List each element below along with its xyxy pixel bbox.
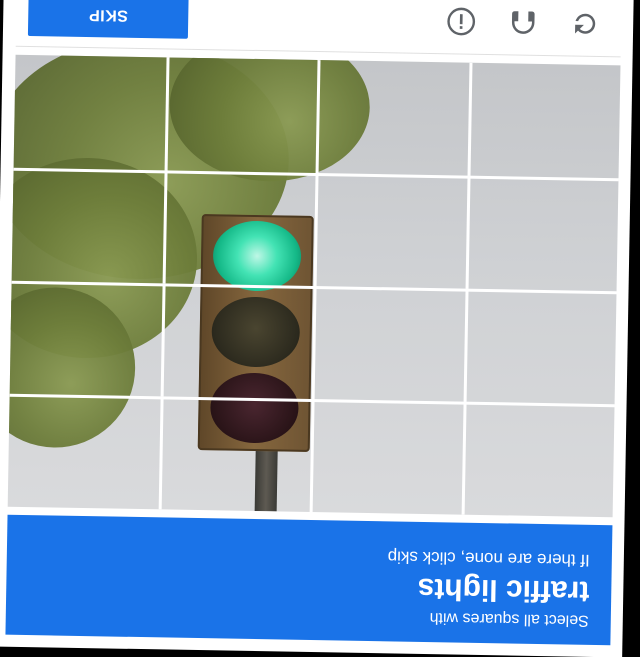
grid-tile[interactable]	[158, 396, 313, 512]
skip-button[interactable]: SKIP	[27, 0, 189, 39]
reload-icon	[575, 13, 596, 34]
challenge-header: Select all squares with traffic lights I…	[5, 514, 613, 646]
captcha-challenge: Select all squares with traffic lights I…	[0, 0, 634, 657]
grid-tile[interactable]	[465, 175, 619, 292]
audio-challenge-button[interactable]	[501, 0, 546, 45]
tile-grid	[7, 55, 621, 518]
grid-tile[interactable]	[461, 401, 615, 518]
grid-tile[interactable]	[11, 167, 165, 284]
grid-tile[interactable]	[14, 55, 167, 171]
info-icon	[447, 7, 476, 36]
grid-tile[interactable]	[9, 280, 163, 397]
grid-tile[interactable]	[314, 173, 468, 289]
grid-tile[interactable]	[310, 398, 464, 515]
info-button[interactable]	[439, 0, 484, 44]
grid-tile[interactable]	[160, 283, 315, 399]
grid-tile[interactable]	[463, 288, 617, 405]
grid-tile[interactable]	[312, 286, 466, 402]
challenge-footer: SKIP	[15, 0, 622, 58]
grid-tile[interactable]	[467, 62, 621, 179]
grid-tile[interactable]	[7, 393, 161, 510]
reload-button[interactable]	[563, 1, 608, 46]
image-grid	[7, 54, 621, 518]
grid-tile[interactable]	[164, 57, 319, 174]
grid-tile[interactable]	[316, 60, 470, 176]
grid-tile[interactable]	[162, 170, 317, 287]
headphones-icon	[511, 11, 535, 34]
